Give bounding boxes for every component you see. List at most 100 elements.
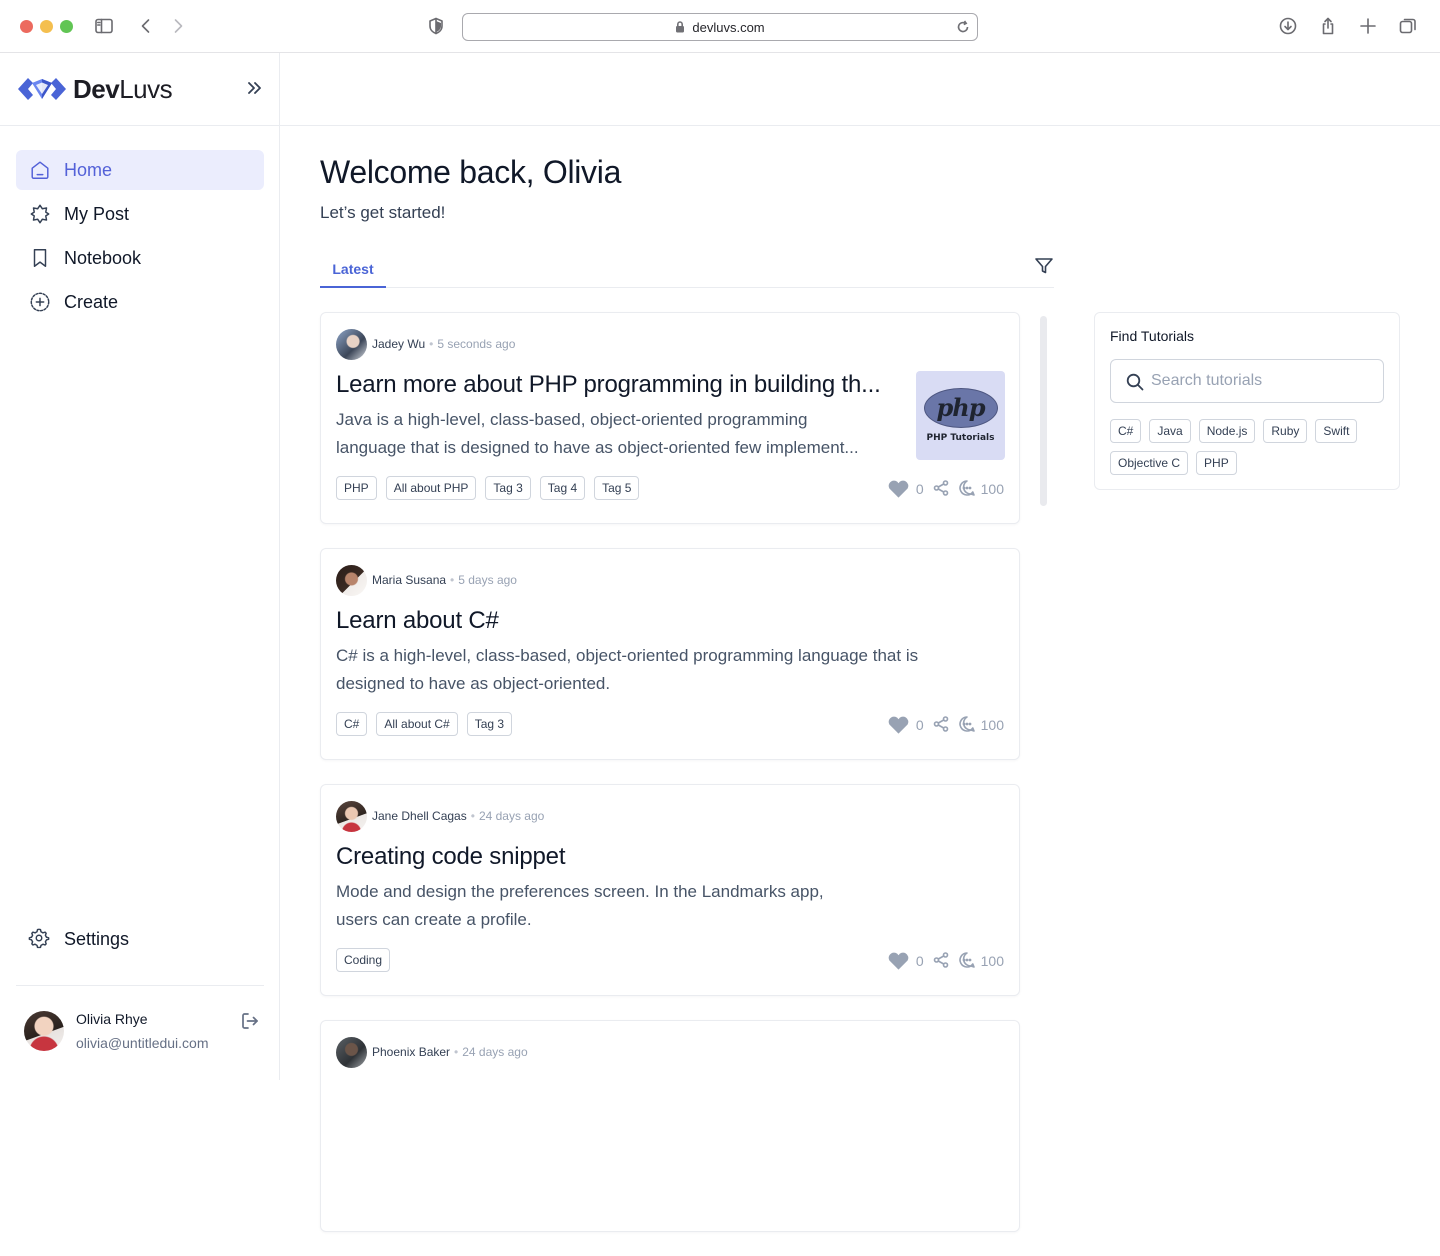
page-subtitle: Let’s get started! [320, 203, 446, 222]
sidebar-item-my-post[interactable]: My Post [16, 194, 264, 234]
sidebar-item-settings[interactable]: Settings [16, 919, 264, 959]
comment-count: 100 [980, 953, 1004, 969]
avatar[interactable] [336, 564, 367, 596]
tutorial-tag[interactable]: PHP [1196, 451, 1237, 475]
back-icon[interactable] [134, 14, 158, 38]
comment-icon[interactable] [958, 951, 976, 972]
forward-icon[interactable] [166, 14, 190, 38]
post-card[interactable]: Jane Dhell Cagas • 24 days ago Creating … [320, 784, 1020, 996]
tutorial-tag[interactable]: Objective C [1110, 451, 1189, 475]
post-description-line: users can create a profile. [336, 910, 532, 929]
sidebar-item-label: My Post [64, 203, 130, 224]
share-icon[interactable] [932, 951, 950, 972]
post-time: 5 days ago [458, 573, 517, 587]
avatar[interactable] [336, 800, 367, 832]
author-name[interactable]: Phoenix Baker [372, 1045, 450, 1059]
author-name[interactable]: Maria Susana [372, 573, 446, 587]
author-name[interactable]: Jane Dhell Cagas [372, 809, 467, 823]
tag-chip[interactable]: Tag 5 [594, 476, 640, 500]
post-author: Maria Susana • 5 days ago [336, 564, 517, 596]
tag-chip[interactable]: Tag 4 [539, 476, 586, 500]
author-name[interactable]: Jadey Wu [372, 337, 425, 351]
feed-scrollbar[interactable] [1040, 316, 1047, 506]
post-card[interactable]: Jadey Wu • 5 seconds ago Learn more abou… [320, 312, 1020, 524]
post-title[interactable]: Learn about C# [336, 607, 906, 635]
tag-chip[interactable]: C# [336, 712, 368, 736]
header-divider [280, 125, 1440, 126]
sidebar-item-label: Create [64, 291, 119, 312]
sidebar-item-notebook[interactable]: Notebook [16, 238, 264, 278]
post-feed: Jadey Wu • 5 seconds ago Learn more abou… [320, 312, 1020, 1256]
heart-icon[interactable] [887, 715, 910, 735]
heart-icon[interactable] [887, 479, 910, 499]
separator-dot: • [470, 809, 475, 823]
thumbnail-caption: PHP Tutorials [926, 432, 995, 443]
new-tab-icon[interactable] [1356, 14, 1380, 38]
tutorial-tag[interactable]: C# [1110, 419, 1142, 443]
tab-latest[interactable]: Latest [320, 252, 386, 288]
post-description-line: Java is a high-level, class-based, objec… [336, 410, 808, 429]
tag-chip[interactable]: Tag 3 [466, 712, 513, 736]
close-window-button[interactable] [20, 20, 33, 33]
tutorial-tag[interactable]: Node.js [1198, 419, 1256, 443]
brand-logo[interactable]: DevLuvs [16, 73, 173, 105]
address-bar[interactable]: devluvs.com [462, 13, 978, 41]
find-tutorials-panel: Find Tutorials C# Java Node.js Ruby Swif… [1094, 312, 1400, 490]
comment-icon[interactable] [958, 479, 976, 500]
comment-icon[interactable] [958, 715, 976, 736]
search-input[interactable] [1151, 372, 1371, 390]
post-author: Jadey Wu • 5 seconds ago [336, 328, 515, 360]
tag-chip[interactable]: PHP [336, 476, 377, 500]
user-profile: Olivia Rhye olivia@untitledui.com [24, 1011, 264, 1053]
search-tutorials[interactable] [1110, 359, 1384, 403]
post-thumbnail[interactable]: php PHP Tutorials [916, 371, 1005, 460]
post-title[interactable]: Creating code snippet [336, 843, 906, 871]
minimize-window-button[interactable] [40, 20, 53, 33]
tutorial-tags: C# Java Node.js Ruby Swift Objective C P… [1110, 419, 1390, 483]
url-text: devluvs.com [692, 19, 765, 35]
tag-chip[interactable]: All about C# [376, 712, 458, 736]
sidebar-toggle-icon[interactable] [92, 14, 116, 38]
download-icon[interactable] [1276, 14, 1300, 38]
tutorial-tag[interactable]: Java [1149, 419, 1191, 443]
privacy-shield-icon[interactable] [424, 14, 448, 38]
post-card[interactable]: Maria Susana • 5 days ago Learn about C#… [320, 548, 1020, 760]
share-icon[interactable] [932, 715, 950, 736]
sidebar: DevLuvs Home My Post Notebook Create Set… [0, 53, 280, 1080]
post-time: 24 days ago [462, 1045, 528, 1059]
php-logo: php [924, 388, 997, 427]
post-description-line: Mode and design the preferences screen. … [336, 882, 824, 901]
tag-chip[interactable]: Coding [336, 948, 391, 972]
sidebar-item-create[interactable]: Create [16, 282, 264, 322]
settings-label: Settings [64, 928, 130, 949]
sidebar-item-label: Home [64, 159, 113, 180]
share-icon[interactable] [932, 479, 950, 500]
brand-name-prefix: Dev [73, 73, 120, 104]
sidebar-item-home[interactable]: Home [16, 150, 264, 190]
maximize-window-button[interactable] [60, 20, 73, 33]
tab-overview-icon[interactable] [1396, 14, 1420, 38]
tag-chip[interactable]: Tag 3 [485, 476, 531, 500]
logout-icon[interactable] [240, 1011, 260, 1031]
post-description-line: language that is designed to have as obj… [336, 438, 859, 457]
tutorial-tag[interactable]: Ruby [1263, 419, 1308, 443]
avatar[interactable] [336, 328, 367, 360]
share-page-icon[interactable] [1316, 14, 1340, 38]
lock-icon [676, 21, 685, 33]
collapse-sidebar-icon[interactable] [244, 78, 264, 98]
post-title[interactable]: Learn more about PHP programming in buil… [336, 371, 906, 399]
avatar[interactable] [336, 1036, 367, 1068]
filter-icon[interactable] [1034, 256, 1054, 276]
tutorial-tag[interactable]: Swift [1315, 419, 1358, 443]
post-card[interactable]: Phoenix Baker • 24 days ago [320, 1020, 1020, 1232]
like-count: 0 [915, 481, 924, 497]
avatar[interactable] [24, 1011, 64, 1051]
post-tags: Coding [336, 948, 399, 972]
reload-icon[interactable] [955, 19, 971, 35]
separator-dot: • [454, 1045, 459, 1059]
comment-count: 100 [980, 481, 1004, 497]
tag-chip[interactable]: All about PHP [385, 476, 477, 500]
sidebar-divider [0, 125, 280, 126]
gear-icon [28, 927, 52, 951]
heart-icon[interactable] [887, 951, 910, 971]
